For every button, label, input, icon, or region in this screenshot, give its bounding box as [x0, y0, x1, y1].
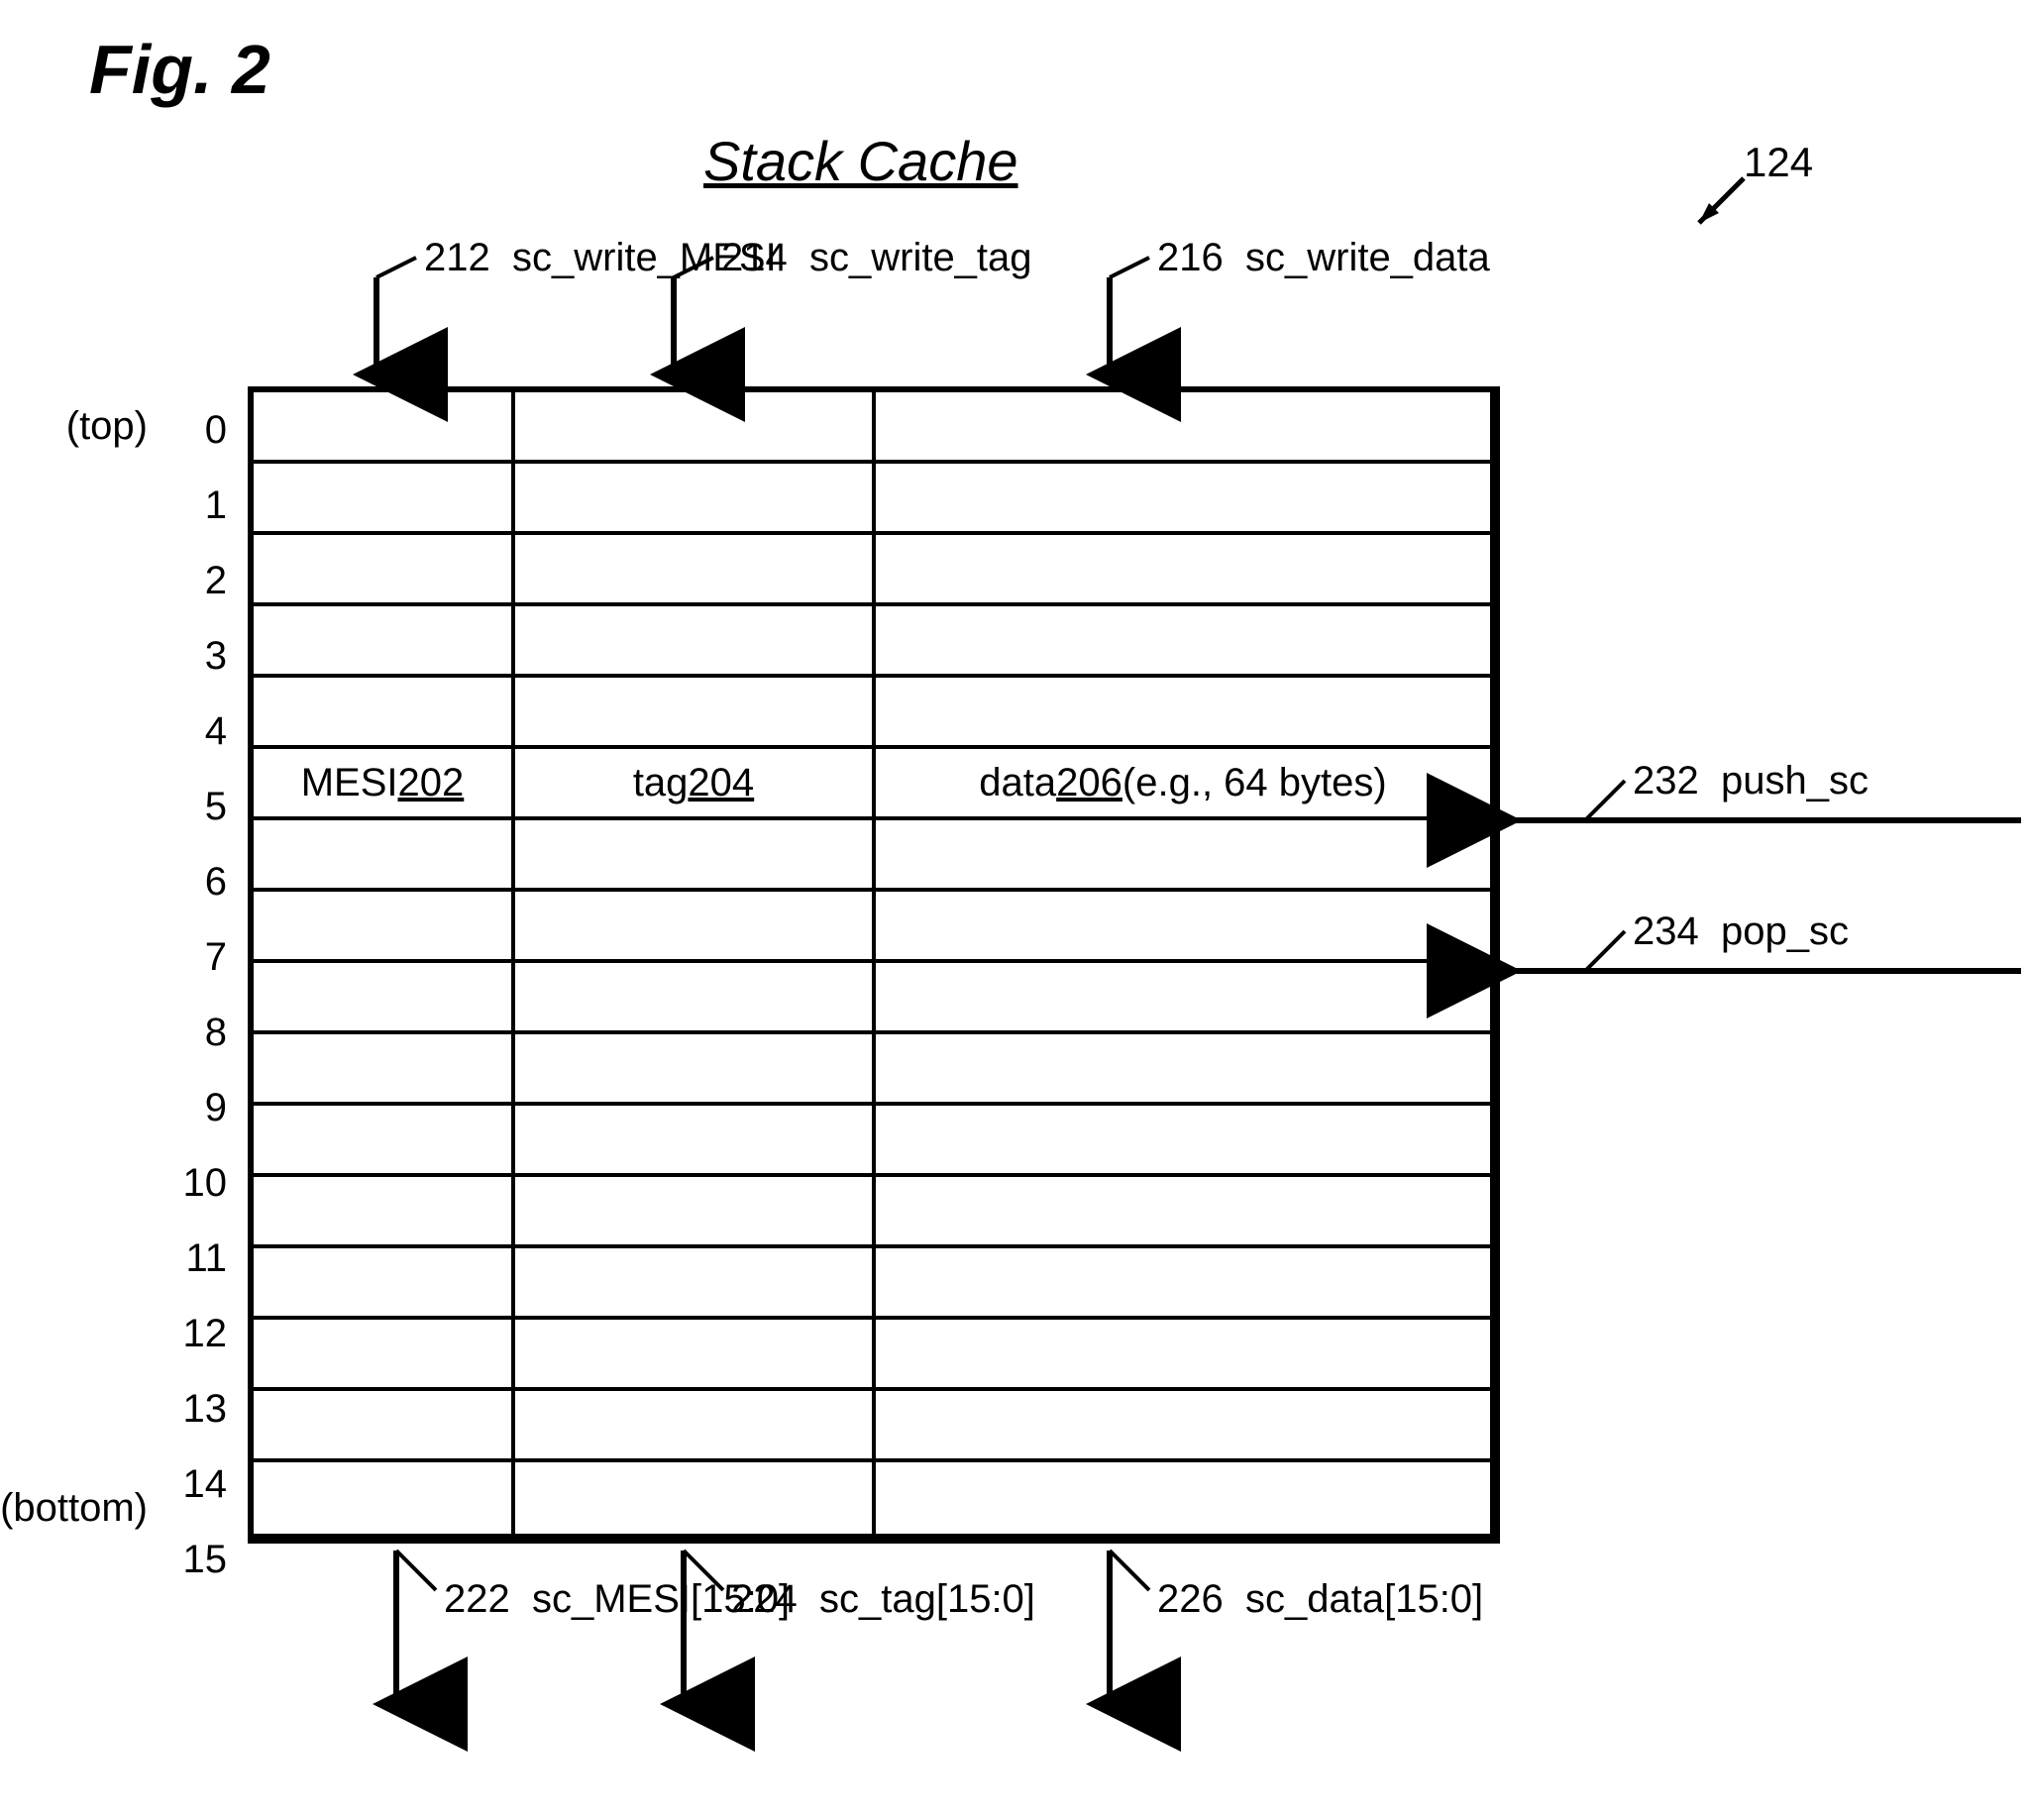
table-cell	[876, 464, 1490, 535]
table-cell: MESI 202	[254, 749, 515, 820]
table-cell	[876, 606, 1490, 678]
table-cell	[254, 535, 515, 606]
row-index: 15	[167, 1538, 227, 1582]
corner-ref-number: 124	[1744, 139, 1813, 186]
row-index: 3	[167, 634, 227, 679]
table-cell	[876, 1391, 1490, 1462]
table-row	[254, 1106, 1490, 1177]
table-row	[254, 1177, 1490, 1248]
table-cell	[515, 606, 876, 678]
table-cell	[876, 892, 1490, 963]
table-cell	[254, 1391, 515, 1462]
signal-label-bottom-2: 224 sc_tag[15:0]	[731, 1577, 1035, 1622]
row-index: 13	[167, 1387, 227, 1432]
table-row	[254, 392, 1490, 464]
table-cell	[254, 1106, 515, 1177]
signal-label-top-2: 214 sc_write_tag	[721, 236, 1032, 280]
row-index: 14	[167, 1462, 227, 1507]
table-cell	[254, 1034, 515, 1106]
signal-label-top-3: 216 sc_write_data	[1157, 236, 1490, 280]
table-cell	[876, 1462, 1490, 1534]
table-cell	[254, 1320, 515, 1391]
table-cell	[254, 1248, 515, 1320]
table-row	[254, 464, 1490, 535]
table-cell	[254, 1177, 515, 1248]
diagram-title: Stack Cache	[703, 129, 1018, 193]
table-cell	[254, 606, 515, 678]
bottom-caption: (bottom)	[0, 1486, 148, 1531]
table-row	[254, 963, 1490, 1034]
table-cell	[876, 1034, 1490, 1106]
table-row	[254, 1391, 1490, 1462]
table-cell	[254, 963, 515, 1034]
table-row	[254, 606, 1490, 678]
table-row	[254, 1462, 1490, 1534]
table-cell	[515, 1248, 876, 1320]
table-row	[254, 678, 1490, 749]
table-cell	[254, 892, 515, 963]
figure-label: Fig. 2	[89, 30, 270, 109]
table-cell	[876, 1106, 1490, 1177]
table-cell	[876, 820, 1490, 892]
table-cell	[876, 963, 1490, 1034]
table-cell	[254, 678, 515, 749]
table-cell	[254, 820, 515, 892]
stack-cache-table: MESI 202tag 204data 206 (e.g., 64 bytes)	[248, 386, 1500, 1544]
row-index: 9	[167, 1086, 227, 1130]
table-row	[254, 820, 1490, 892]
table-cell	[515, 392, 876, 464]
row-index: 7	[167, 935, 227, 980]
table-row	[254, 892, 1490, 963]
table-cell	[876, 1248, 1490, 1320]
table-cell	[515, 1391, 876, 1462]
signal-label-right-2: 234 pop_sc	[1633, 910, 1849, 954]
row-index: 10	[167, 1161, 227, 1206]
table-cell	[254, 1462, 515, 1534]
signal-label-bottom-3: 226 sc_data[15:0]	[1157, 1577, 1483, 1622]
table-cell	[254, 464, 515, 535]
table-cell	[876, 535, 1490, 606]
top-caption: (top)	[66, 404, 148, 449]
table-cell	[515, 963, 876, 1034]
row-index: 0	[167, 408, 227, 453]
table-cell	[876, 1177, 1490, 1248]
table-cell	[515, 820, 876, 892]
row-index: 4	[167, 709, 227, 754]
table-row	[254, 1034, 1490, 1106]
table-cell	[254, 392, 515, 464]
table-row	[254, 535, 1490, 606]
row-index: 2	[167, 559, 227, 603]
row-index: 6	[167, 860, 227, 905]
row-index: 11	[167, 1236, 227, 1281]
table-cell	[515, 892, 876, 963]
row-index: 5	[167, 785, 227, 829]
row-index: 12	[167, 1312, 227, 1356]
row-index: 8	[167, 1011, 227, 1055]
table-cell	[515, 1034, 876, 1106]
table-cell	[876, 678, 1490, 749]
table-row: MESI 202tag 204data 206 (e.g., 64 bytes)	[254, 749, 1490, 820]
table-cell	[515, 678, 876, 749]
table-cell: tag 204	[515, 749, 876, 820]
table-cell	[876, 1320, 1490, 1391]
signal-label-right-1: 232 push_sc	[1633, 759, 1869, 803]
row-index: 1	[167, 483, 227, 528]
table-cell	[876, 392, 1490, 464]
table-cell	[515, 535, 876, 606]
table-cell	[515, 1320, 876, 1391]
table-cell	[515, 1106, 876, 1177]
table-cell	[515, 1177, 876, 1248]
table-row	[254, 1320, 1490, 1391]
diagram-page: Fig. 2 Stack Cache 124	[0, 0, 2030, 1820]
table-cell	[515, 464, 876, 535]
table-row	[254, 1248, 1490, 1320]
table-cell	[515, 1462, 876, 1534]
table-cell: data 206 (e.g., 64 bytes)	[876, 749, 1490, 820]
